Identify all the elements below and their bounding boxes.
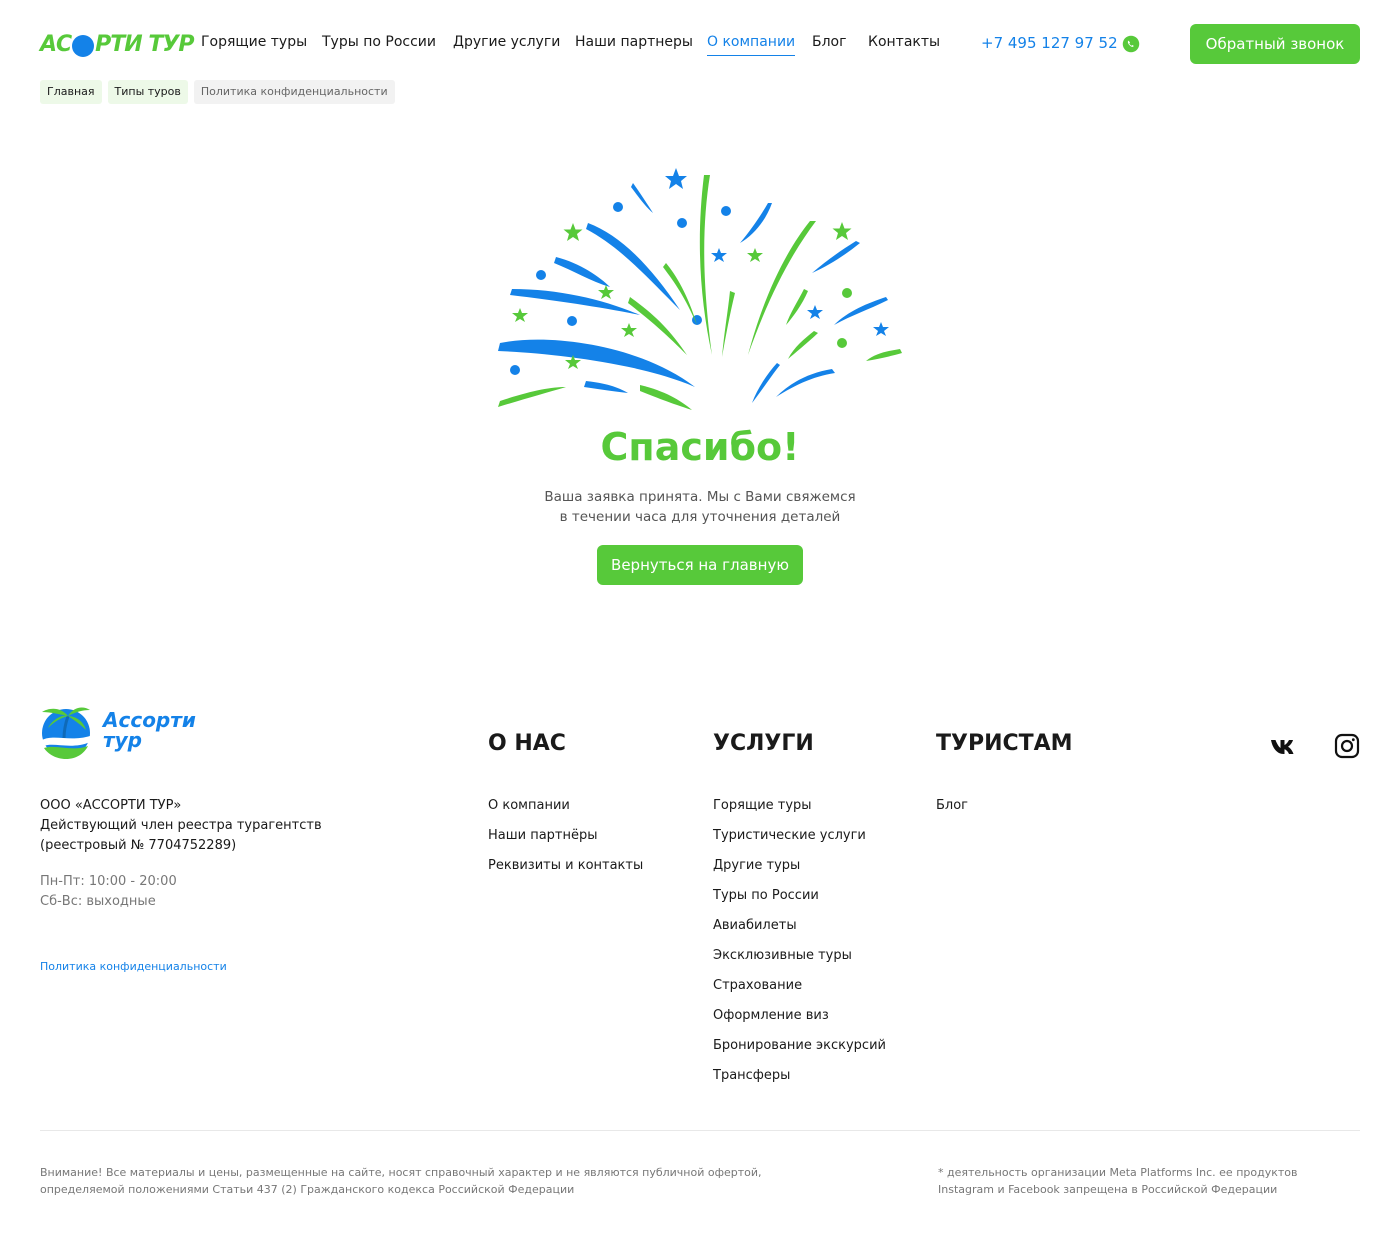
footer-column-tourists: Блог	[936, 796, 968, 826]
nav-item-russia-tours[interactable]: Туры по России	[322, 34, 436, 55]
footer-link-text[interactable]: Авиабилеты	[713, 918, 797, 933]
footer-link-text[interactable]: Реквизиты и контакты	[488, 858, 643, 873]
footer-link[interactable]: Трансферы	[713, 1066, 886, 1096]
meta-ban-note: * деятельность организации Meta Platform…	[938, 1164, 1297, 1198]
nav-item-partners[interactable]: Наши партнеры	[575, 34, 693, 55]
nav-item-blog[interactable]: Блог	[812, 34, 846, 55]
site-logo[interactable]: АС РТИ ТУР	[40, 28, 194, 60]
footer-link[interactable]: Горящие туры	[713, 796, 886, 826]
footer-link-text[interactable]: Страхование	[713, 978, 802, 993]
footer-column-services: Горящие туры Туристические услуги Другие…	[713, 796, 886, 1096]
callback-button[interactable]: Обратный звонок	[1190, 24, 1360, 64]
logo-globe-icon	[72, 35, 95, 57]
fireworks-illustration	[498, 168, 902, 410]
nav-item-contacts[interactable]: Контакты	[868, 34, 940, 55]
phone-link[interactable]: +7 495 127 97 52	[981, 34, 1118, 52]
logo-text-left: АС	[40, 31, 72, 57]
footer-link-text[interactable]: Трансферы	[713, 1068, 790, 1083]
footer-link[interactable]: Страхование	[713, 976, 886, 1006]
footer-link[interactable]: Блог	[936, 796, 968, 826]
footer-link-text[interactable]: Оформление виз	[713, 1008, 829, 1023]
breadcrumb-current: Политика конфиденциальности	[193, 80, 395, 104]
whatsapp-icon[interactable]	[1122, 35, 1140, 53]
hours-weekdays: Пн-Пт: 10:00 - 20:00	[40, 874, 177, 889]
nav-item-about[interactable]: О компании	[707, 34, 796, 56]
footer-column-about: О компании Наши партнёры Реквизиты и кон…	[488, 796, 643, 886]
meta-note-line: * деятельность организации Meta Platform…	[938, 1166, 1298, 1179]
footer-link[interactable]: Туристические услуги	[713, 826, 886, 856]
thanks-title: Спасибо!	[600, 425, 800, 469]
working-hours: Пн-Пт: 10:00 - 20:00 Сб-Вс: выходные	[40, 872, 177, 912]
nav-item-hot-tours[interactable]: Горящие туры	[201, 34, 307, 55]
privacy-policy-link[interactable]: Политика конфиденциальности	[40, 960, 227, 973]
company-registry-number: (реестровый № 7704752289)	[40, 838, 237, 853]
breadcrumb-tour-types[interactable]: Типы туров	[107, 80, 188, 104]
footer-link[interactable]: О компании	[488, 796, 643, 826]
footer-link-text[interactable]: Бронирование экскурсий	[713, 1038, 886, 1053]
thanks-message: Ваша заявка принята. Мы с Вами свяжемся …	[544, 489, 856, 525]
footer-link-text[interactable]: Эксклюзивные туры	[713, 948, 852, 963]
footer-link[interactable]: Другие туры	[713, 856, 886, 886]
meta-note-line: Instagram и Facebook запрещена в Российс…	[938, 1183, 1278, 1196]
footer-column-title-services: УСЛУГИ	[713, 731, 814, 756]
footer-divider	[40, 1130, 1360, 1131]
footer-column-title-tourists: ТУРИСТАМ	[936, 731, 1073, 756]
company-name: ООО «АССОРТИ ТУР»	[40, 798, 182, 813]
palm-emblem-icon	[42, 707, 90, 759]
footer-link-text[interactable]: Туристические услуги	[713, 828, 866, 843]
footer-link-text[interactable]: Блог	[936, 798, 968, 813]
footer-link[interactable]: Наши партнёры	[488, 826, 643, 856]
back-home-button[interactable]: Вернуться на главную	[597, 545, 803, 585]
breadcrumb: Главная Типы туров Политика конфиденциал…	[40, 80, 395, 104]
vk-icon[interactable]	[1270, 738, 1298, 756]
footer-link-text[interactable]: Другие туры	[713, 858, 800, 873]
footer-link-text[interactable]: Туры по России	[713, 888, 819, 903]
footer-link[interactable]: Оформление виз	[713, 1006, 886, 1036]
footer-link[interactable]: Туры по России	[713, 886, 886, 916]
footer-link-text[interactable]: Горящие туры	[713, 798, 812, 813]
footer-link[interactable]: Бронирование экскурсий	[713, 1036, 886, 1066]
footer-link[interactable]: Эксклюзивные туры	[713, 946, 886, 976]
hours-weekend: Сб-Вс: выходные	[40, 894, 156, 909]
company-registry: Действующий член реестра турагентств	[40, 818, 322, 833]
company-info: ООО «АССОРТИ ТУР» Действующий член реест…	[40, 796, 322, 856]
site-header: АС РТИ ТУР Горящие туры Туры по России Д…	[0, 0, 1400, 88]
nav-item-other-services[interactable]: Другие услуги	[453, 34, 560, 55]
footer-link[interactable]: Реквизиты и контакты	[488, 856, 643, 886]
legal-disclaimer: Внимание! Все материалы и цены, размещен…	[40, 1164, 762, 1198]
logo-text-right: РТИ ТУР	[95, 31, 194, 57]
footer-link[interactable]: Авиабилеты	[713, 916, 886, 946]
disclaimer-line: определяемой положениями Статьи 437 (2) …	[40, 1183, 575, 1196]
disclaimer-line: Внимание! Все материалы и цены, размещен…	[40, 1166, 762, 1179]
breadcrumb-home[interactable]: Главная	[40, 80, 102, 104]
footer-brand-line2: тур	[103, 728, 142, 752]
footer-logo[interactable]: Ассорти тур	[40, 702, 200, 762]
instagram-icon[interactable]	[1334, 733, 1360, 759]
footer-column-title-about: О НАС	[488, 731, 566, 756]
footer-link-text[interactable]: О компании	[488, 798, 570, 813]
footer-link-text[interactable]: Наши партнёры	[488, 828, 598, 843]
